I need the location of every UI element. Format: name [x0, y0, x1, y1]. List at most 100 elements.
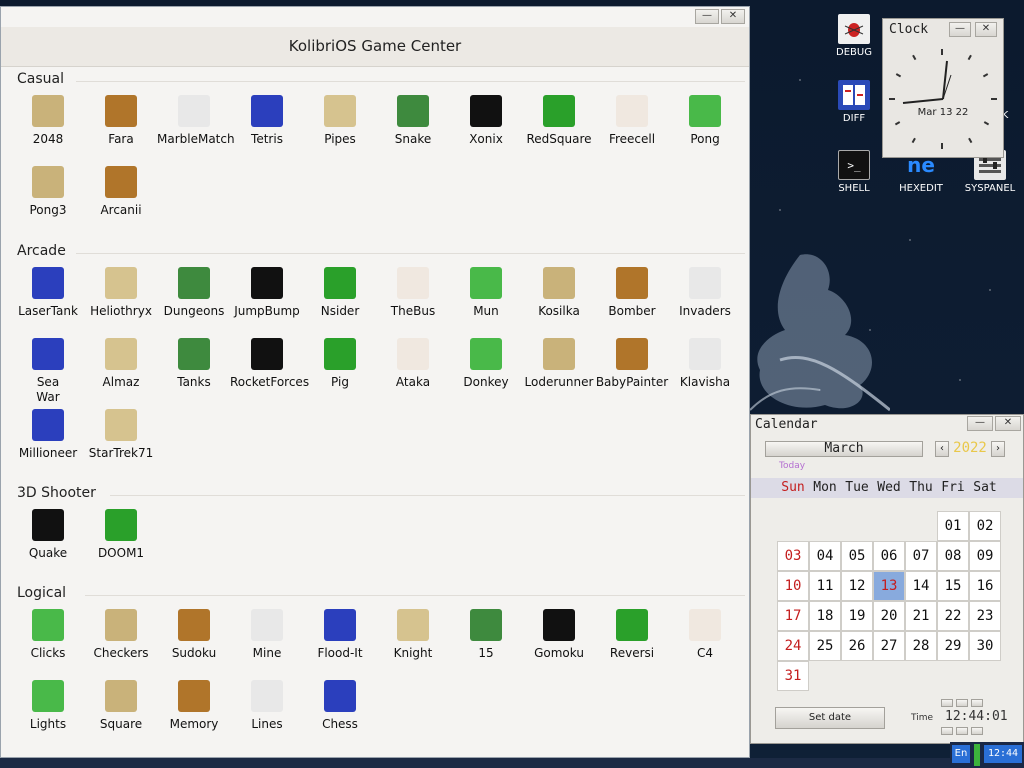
game-item[interactable]: Invaders: [668, 267, 742, 319]
calendar-day[interactable]: 07: [905, 541, 937, 571]
game-item[interactable]: Freecell: [595, 95, 669, 147]
calendar-day[interactable]: 13: [873, 571, 905, 601]
game-item[interactable]: Pig: [303, 338, 377, 390]
calendar-day[interactable]: 22: [937, 601, 969, 631]
desktop-icon-debug[interactable]: DEBUG: [822, 14, 886, 58]
calendar-day[interactable]: 29: [937, 631, 969, 661]
game-item[interactable]: Tanks: [157, 338, 231, 390]
calendar-day[interactable]: 12: [841, 571, 873, 601]
calendar-day[interactable]: 17: [777, 601, 809, 631]
game-item[interactable]: Knight: [376, 609, 450, 661]
game-item[interactable]: RedSquare: [522, 95, 596, 147]
game-item[interactable]: Flood-It: [303, 609, 377, 661]
calendar-day[interactable]: 03: [777, 541, 809, 571]
game-item[interactable]: 15: [449, 609, 523, 661]
game-item[interactable]: Millioneer: [11, 409, 85, 461]
game-item[interactable]: Dungeons: [157, 267, 231, 319]
calendar-day[interactable]: 02: [969, 511, 1001, 541]
calendar-day[interactable]: 05: [841, 541, 873, 571]
game-item[interactable]: Sea War: [11, 338, 85, 405]
calendar-day[interactable]: 26: [841, 631, 873, 661]
game-item[interactable]: Snake: [376, 95, 450, 147]
calendar-day[interactable]: 08: [937, 541, 969, 571]
game-item[interactable]: Reversi: [595, 609, 669, 661]
game-item[interactable]: LaserTank: [11, 267, 85, 319]
game-item[interactable]: BabyPainter: [595, 338, 669, 390]
calendar-day[interactable]: 21: [905, 601, 937, 631]
game-item[interactable]: Kosilka: [522, 267, 596, 319]
calendar-day[interactable]: 28: [905, 631, 937, 661]
minute-up-button[interactable]: [956, 699, 968, 707]
game-item[interactable]: Almaz: [84, 338, 158, 390]
game-item[interactable]: Mine: [230, 609, 304, 661]
calendar-day[interactable]: 01: [937, 511, 969, 541]
calendar-close-button[interactable]: ✕: [995, 416, 1021, 431]
game-item[interactable]: C4: [668, 609, 742, 661]
game-item[interactable]: Gomoku: [522, 609, 596, 661]
game-item[interactable]: StarTrek71: [84, 409, 158, 461]
game-item[interactable]: Pipes: [303, 95, 377, 147]
game-item[interactable]: Pong3: [11, 166, 85, 218]
game-item[interactable]: Ataka: [376, 338, 450, 390]
game-item[interactable]: Lights: [11, 680, 85, 732]
calendar-day[interactable]: 18: [809, 601, 841, 631]
set-date-button[interactable]: Set date: [775, 707, 885, 729]
calendar-day[interactable]: 30: [969, 631, 1001, 661]
tray-clock[interactable]: 12:44: [984, 745, 1022, 763]
game-item[interactable]: Pong: [668, 95, 742, 147]
next-year-button[interactable]: ›: [991, 441, 1005, 457]
prev-year-button[interactable]: ‹: [935, 441, 949, 457]
calendar-day[interactable]: 16: [969, 571, 1001, 601]
today-link[interactable]: Today: [779, 461, 805, 471]
clock-minimize-button[interactable]: —: [949, 22, 971, 37]
game-item[interactable]: Loderunner: [522, 338, 596, 390]
game-item[interactable]: Memory: [157, 680, 231, 732]
game-item[interactable]: Chess: [303, 680, 377, 732]
minute-down-button[interactable]: [956, 727, 968, 735]
game-item[interactable]: MarbleMatch: [157, 95, 235, 147]
game-item[interactable]: Checkers: [84, 609, 158, 661]
calendar-day[interactable]: 10: [777, 571, 809, 601]
calendar-day[interactable]: 09: [969, 541, 1001, 571]
game-item[interactable]: Arcanii: [84, 166, 158, 218]
game-item[interactable]: Mun: [449, 267, 523, 319]
game-item[interactable]: 2048: [11, 95, 85, 147]
game-item[interactable]: Fara: [84, 95, 158, 147]
desktop-icon-diff[interactable]: DIFF: [822, 80, 886, 124]
calendar-day[interactable]: 23: [969, 601, 1001, 631]
game-item[interactable]: Klavisha: [668, 338, 742, 390]
game-item[interactable]: TheBus: [376, 267, 450, 319]
calendar-minimize-button[interactable]: —: [967, 416, 993, 431]
calendar-day[interactable]: 06: [873, 541, 905, 571]
language-indicator[interactable]: En: [952, 745, 970, 763]
calendar-day[interactable]: 25: [809, 631, 841, 661]
calendar-day[interactable]: 04: [809, 541, 841, 571]
calendar-day[interactable]: 15: [937, 571, 969, 601]
calendar-day[interactable]: 27: [873, 631, 905, 661]
game-item[interactable]: DOOM1: [84, 509, 158, 561]
game-item[interactable]: Lines: [230, 680, 304, 732]
calendar-day[interactable]: 24: [777, 631, 809, 661]
calendar-day[interactable]: 20: [873, 601, 905, 631]
game-item[interactable]: Sudoku: [157, 609, 231, 661]
close-button[interactable]: ✕: [721, 9, 745, 24]
second-down-button[interactable]: [971, 727, 983, 735]
month-selector[interactable]: March: [765, 441, 923, 457]
game-item[interactable]: Tetris: [230, 95, 304, 147]
desktop-icon-shell[interactable]: >_ SHELL: [822, 150, 886, 194]
second-up-button[interactable]: [971, 699, 983, 707]
game-item[interactable]: Quake: [11, 509, 85, 561]
game-item[interactable]: Square: [84, 680, 158, 732]
calendar-day[interactable]: 11: [809, 571, 841, 601]
calendar-day[interactable]: 19: [841, 601, 873, 631]
calendar-day[interactable]: 14: [905, 571, 937, 601]
game-item[interactable]: Bomber: [595, 267, 669, 319]
game-item[interactable]: Clicks: [11, 609, 85, 661]
calendar-day[interactable]: 31: [777, 661, 809, 691]
clock-close-button[interactable]: ✕: [975, 22, 997, 37]
game-item[interactable]: JumpBump: [230, 267, 304, 319]
game-item[interactable]: RocketForces: [230, 338, 309, 390]
game-item[interactable]: Donkey: [449, 338, 523, 390]
minimize-button[interactable]: —: [695, 9, 719, 24]
hour-down-button[interactable]: [941, 727, 953, 735]
